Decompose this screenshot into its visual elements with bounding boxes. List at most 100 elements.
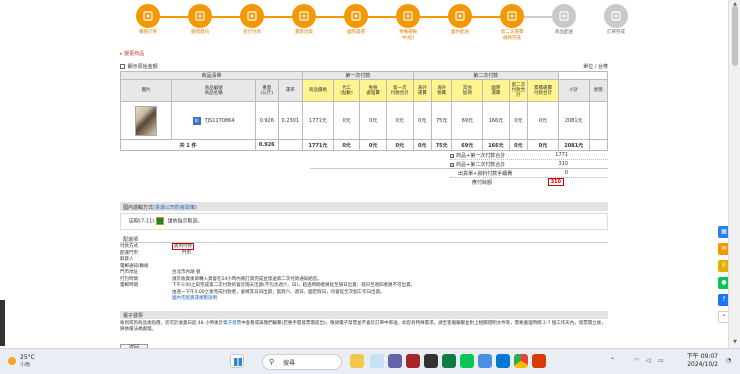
total-label: 商品+第二次付款合計 xyxy=(456,162,506,168)
wifi-icon[interactable]: ◠ xyxy=(634,357,639,364)
column-header: 運率 xyxy=(277,79,304,102)
epidemic-policy-link[interactable]: (貨運公司防疫政策) xyxy=(153,205,197,211)
cell-subtotal: 2081元 xyxy=(557,101,590,140)
step-label: 訂單完成 xyxy=(607,30,625,35)
app-icon[interactable] xyxy=(406,354,420,368)
scrollbar-thumb[interactable] xyxy=(732,6,738,66)
scroll-down-arrow-icon[interactable]: ▼ xyxy=(731,339,739,347)
cell-price: 1771元 xyxy=(302,101,334,140)
total-row: 出貨單+資料付款手續費 0 xyxy=(450,169,608,178)
column-header: 狀態 xyxy=(588,79,609,102)
column-header: 免稅 處理費 xyxy=(359,79,387,102)
table-summary-row: 共 1 件 0.926 1771元 0元 0元 0元 0元 75元 69元 16… xyxy=(119,139,609,151)
show-original-amount-label: 顯示原始金額 xyxy=(127,64,158,70)
cell-c2: 0元 xyxy=(359,101,387,140)
volume-icon[interactable]: ◁ xyxy=(646,357,651,364)
left-edge-tab[interactable] xyxy=(0,300,5,346)
notification-bell-icon[interactable]: ◔ xyxy=(726,357,731,364)
cart-icon xyxy=(136,4,160,28)
cell-c8: 0元 xyxy=(508,101,529,140)
taskbar-clock[interactable]: 下午 09:07 2024/10/2 xyxy=(668,353,718,369)
line-app-icon[interactable] xyxy=(460,354,474,368)
column-header: 圖片 xyxy=(119,79,173,102)
facebook-icon[interactable]: f xyxy=(718,294,728,306)
tray-chevron-icon[interactable]: ⌃ xyxy=(610,357,615,364)
widgets-icon[interactable] xyxy=(350,354,364,368)
product-thumbnail[interactable] xyxy=(135,105,158,136)
cell-c6: 69元 xyxy=(451,101,484,140)
total-label: 出貨單+資料付款手續費 xyxy=(458,171,513,177)
main-content: 購買訂單 驗證資訊 進行付款 賣家出貨 國際貨運 預備運輸 中(結) 國內配送 第二次運費 補… xyxy=(0,0,728,348)
plane-icon xyxy=(396,4,420,28)
product-thumbnail-cell xyxy=(119,101,173,140)
expand-icon[interactable]: + xyxy=(450,162,454,167)
file-explorer-icon[interactable] xyxy=(370,354,384,368)
windows-taskbar: 25°C 小雨 ⚲ 搜尋 ⌃ ◠ ◁ ▭ 下午 09:07 2024/10/2 … xyxy=(0,348,740,374)
step-label: 第二次運費 補款完成 xyxy=(500,30,524,41)
seven-eleven-logo-icon xyxy=(155,217,164,225)
back-to-top-icon[interactable]: ⌃ xyxy=(718,311,728,323)
total-row: + 商品+第一次付款合計 1771 xyxy=(450,151,608,160)
cell-rate: 0.2301 xyxy=(277,101,304,140)
search-icon: ⚲ xyxy=(269,358,275,366)
note-icon[interactable]: E xyxy=(718,260,728,272)
truck-icon xyxy=(344,4,368,28)
show-original-amount-checkbox[interactable] xyxy=(120,64,125,69)
step-label: 購買訂單 xyxy=(139,30,157,35)
app-icon[interactable] xyxy=(478,354,492,368)
einvoice-section-header: 電子發票 xyxy=(120,311,608,319)
weather-widget[interactable]: 25°C 小雨 xyxy=(8,354,35,368)
total-label: 商品+第一次付款合計 xyxy=(456,153,506,159)
taskbar-search[interactable]: ⚲ 搜尋 xyxy=(262,354,342,370)
teams-icon[interactable] xyxy=(388,354,402,368)
sum-c4: 0元 xyxy=(412,139,432,151)
product-sku-cell: 扣 TJS1170864 xyxy=(171,101,257,140)
sku-badge: 扣 xyxy=(192,116,201,125)
money-icon xyxy=(500,4,524,28)
cell-c5: 75元 xyxy=(430,101,453,140)
column-header: 第二次 付款合計 xyxy=(508,79,529,102)
cell-c7: 166元 xyxy=(482,101,510,140)
sum-rate xyxy=(277,139,304,151)
product-sku[interactable]: TJS1170864 xyxy=(205,118,235,124)
mail-icon[interactable] xyxy=(496,354,510,368)
sum-price: 1771元 xyxy=(302,139,334,151)
table-row: 扣 TJS1170864 0.926 0.2301 1771元 0元 0元 0元 … xyxy=(119,101,609,140)
expand-icon[interactable]: + xyxy=(450,153,454,158)
step-10: 訂單完成 xyxy=(588,4,644,36)
step-6: 預備運輸 中(結) xyxy=(380,4,436,41)
step-label: 預備運輸 中(結) xyxy=(399,30,417,41)
group-header-product: 商品清單 xyxy=(119,71,304,80)
excel-icon[interactable] xyxy=(442,354,456,368)
column-header: 商品編號 商品名稱 xyxy=(171,79,257,102)
group-header-second-payment: 第二次付款 xyxy=(412,71,559,80)
column-header: 海外 運費 xyxy=(412,79,432,102)
sum-c2: 0元 xyxy=(359,139,387,151)
start-menu-icon[interactable] xyxy=(230,354,244,368)
amount-due-value: 310 xyxy=(547,178,564,186)
step-9: 商品配送 xyxy=(536,4,592,36)
page-scrollbar[interactable]: ▲ ▼ xyxy=(728,0,740,348)
message-icon[interactable]: ✉ xyxy=(718,243,728,255)
app-icon[interactable] xyxy=(532,354,546,368)
step-4: 賣家出貨 xyxy=(276,4,332,36)
calendar-icon[interactable]: ▦ xyxy=(718,226,728,238)
einvoice-link[interactable]: 電子發票 xyxy=(223,321,241,326)
cell-weight: 0.926 xyxy=(255,101,279,140)
cell-c4: 0元 xyxy=(412,101,432,140)
column-header: 海外 稅費 xyxy=(430,79,453,102)
step-label: 商品配送 xyxy=(555,30,573,35)
shipping-method-box: 店取(7-11) 請依指示取貨。 xyxy=(120,213,608,230)
delivery-icon xyxy=(448,4,472,28)
change-record-link[interactable]: ▸ 變更商品 xyxy=(120,50,144,57)
step-7: 國內配送 xyxy=(432,4,488,36)
cell-c9: 0元 xyxy=(527,101,559,140)
battery-icon[interactable]: ▭ xyxy=(658,357,664,364)
domestic-shipping-info-link[interactable]: 國內宅配貨運規劃說明 xyxy=(172,296,217,303)
total-row: 應付餘額 310 xyxy=(450,178,608,187)
line-icon[interactable]: ● xyxy=(718,277,728,289)
cell-status xyxy=(588,101,609,140)
app-icon[interactable] xyxy=(424,354,438,368)
chrome-icon[interactable] xyxy=(514,354,528,368)
step-8: 第二次運費 補款完成 xyxy=(484,4,540,41)
